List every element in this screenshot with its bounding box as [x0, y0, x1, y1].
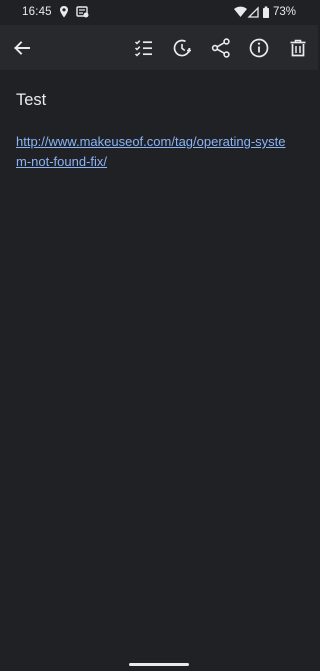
status-right-icons	[233, 5, 273, 19]
wifi-icon	[234, 6, 247, 17]
share-icon	[211, 38, 230, 58]
back-icon	[14, 41, 30, 55]
back-button[interactable]	[10, 36, 34, 60]
reminder-button[interactable]	[170, 36, 194, 60]
checklist-button[interactable]	[132, 36, 156, 60]
notification-icon	[76, 6, 89, 18]
delete-icon	[290, 39, 306, 57]
info-button[interactable]	[247, 36, 271, 60]
reminder-icon	[173, 39, 191, 57]
note-link[interactable]: http://www.makeuseof.com/tag/operating-s…	[16, 132, 288, 172]
gesture-navigation-bar[interactable]	[129, 663, 189, 666]
note-toolbar	[0, 25, 318, 70]
battery-percent: 73%	[273, 6, 297, 18]
note-title[interactable]: Test	[16, 91, 46, 110]
checklist-icon	[134, 40, 152, 57]
cellular-icon	[247, 6, 259, 18]
status-bar: 16:45 73%	[0, 0, 318, 25]
info-icon	[249, 38, 269, 58]
share-button[interactable]	[209, 36, 233, 60]
battery-icon	[263, 6, 269, 18]
status-left-icons	[59, 5, 93, 19]
location-icon	[60, 6, 89, 18]
status-time: 16:45	[22, 6, 52, 18]
delete-button[interactable]	[286, 36, 310, 60]
